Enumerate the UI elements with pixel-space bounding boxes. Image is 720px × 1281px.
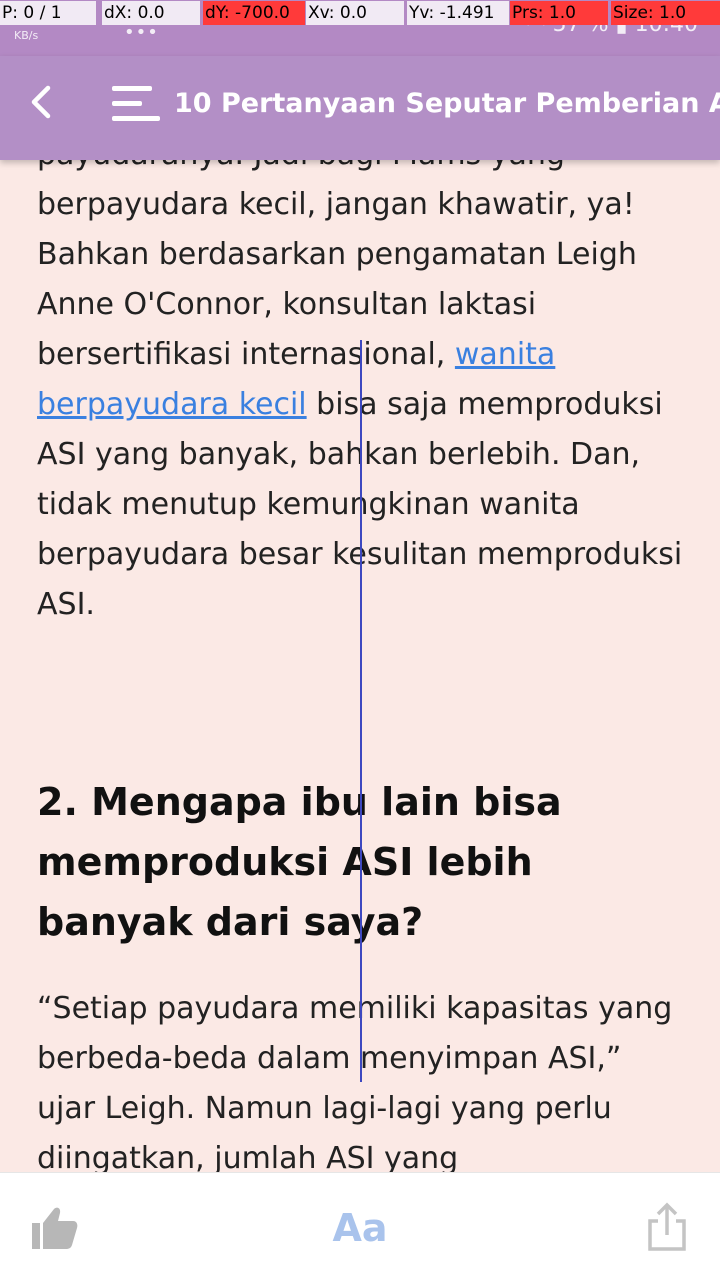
network-speed: KB/s [14, 30, 38, 42]
app-bar: 10 Pertanyaan Seputar Pemberian ASI [0, 56, 720, 160]
article-title: 10 Pertanyaan Seputar Pemberian ASI [174, 88, 720, 119]
debug-dy: dY: -700.0 [203, 1, 305, 25]
bottom-toolbar: Aa [0, 1172, 720, 1281]
share-button[interactable] [646, 1201, 688, 1253]
article-paragraph: “Setiap payudara memiliki kapasitas yang… [37, 991, 673, 1172]
article-paragraph: payudaranya. Jadi bagi Mams yang berpayu… [37, 160, 687, 630]
hamburger-menu-icon [112, 86, 160, 121]
font-size-button[interactable]: Aa [320, 1203, 400, 1253]
pointer-location-overlay: P: 0 / 1 dX: 0.0 dY: -700.0 Xv: 0.0 Yv: … [0, 0, 720, 26]
pointer-trace-line [360, 340, 362, 1082]
like-button[interactable] [30, 1205, 80, 1251]
debug-prs: Prs: 1.0 [510, 1, 608, 25]
share-icon [648, 1202, 686, 1251]
debug-yv: Yv: -1.491 [407, 1, 509, 25]
thumbs-up-icon [32, 1207, 78, 1249]
back-button[interactable] [18, 78, 66, 126]
debug-xv: Xv: 0.0 [306, 1, 404, 25]
section-heading: 2. Mengapa ibu lain bisa memproduksi ASI… [37, 780, 562, 944]
debug-pointer-count: P: 0 / 1 [0, 1, 96, 25]
menu-button[interactable] [108, 82, 162, 126]
network-speed-unit: KB/s [14, 29, 39, 42]
debug-dx: dX: 0.0 [102, 1, 200, 25]
debug-size: Size: 1.0 [611, 1, 720, 25]
back-arrow-icon [31, 85, 51, 119]
